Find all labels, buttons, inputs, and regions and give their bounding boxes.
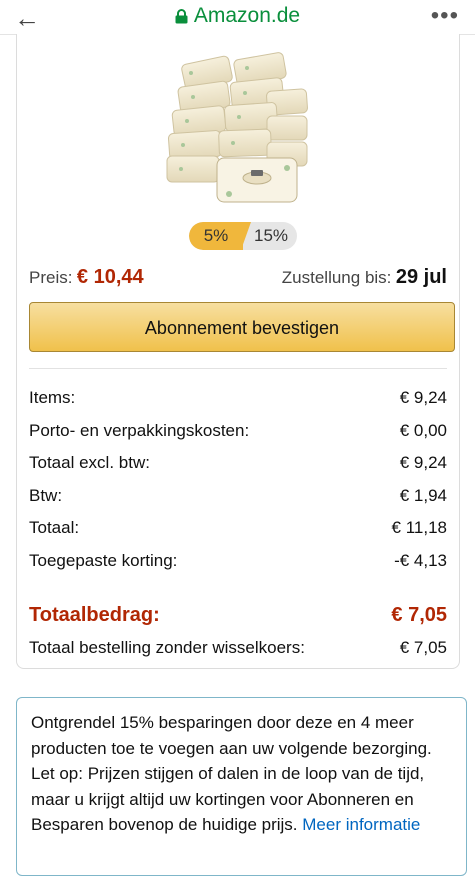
order-summary: Items: € 9,24 Porto- en verpakkingskoste… (29, 384, 447, 579)
delivery-label: Zustellung bis: (281, 268, 392, 287)
summary-value: € 1,94 (399, 485, 447, 505)
summary-row: Toegepaste korting: -€ 4,13 (29, 547, 447, 580)
price-row: Preis: € 10,44 Zustellung bis: 29 jul (29, 266, 447, 292)
grand-total-label: Totaalbedrag: (29, 604, 160, 626)
summary-label: Toegepaste korting: (29, 550, 178, 570)
summary-label: Totaal excl. btw: (29, 453, 150, 472)
confirm-subscription-button[interactable]: Abonnement bevestigen (29, 302, 455, 352)
browser-bar: ← Amazon.de ••• (0, 0, 475, 35)
more-info-link[interactable]: Meer informatie (302, 815, 420, 834)
savings-info-box: Ontgrendel 15% besparingen door deze en … (16, 697, 467, 876)
baby-wipes-packs-image (166, 52, 308, 203)
price-value: € 10,44 (76, 266, 144, 288)
total-without-exchange-row: Totaal bestelling zonder wisselkoers: € … (29, 638, 447, 664)
url-text: Amazon.de (193, 4, 301, 27)
summary-row: Totaal excl. btw: € 9,24 (29, 449, 447, 482)
divider (29, 368, 447, 369)
summary-value: € 9,24 (399, 388, 447, 407)
delivery-info: Zustellung bis: 29 jul (282, 266, 447, 289)
summary-value: € 11,18 (391, 518, 447, 537)
summary-label: Btw: (29, 485, 63, 505)
summary-row: Porto- en verpakkingskosten: € 0,00 (29, 417, 447, 450)
delivery-date: 29 jul (395, 266, 447, 288)
url-bar[interactable]: Amazon.de (0, 4, 475, 28)
total-without-exchange-label: Totaal bestelling zonder wisselkoers: (29, 638, 305, 657)
grand-total-value: € 7,05 (391, 604, 447, 626)
summary-value: € 0,00 (399, 420, 447, 440)
summary-row: Totaal: € 11,18 (29, 514, 447, 547)
more-dots-icon[interactable]: ••• (431, 2, 459, 30)
tier-current: 5% (189, 222, 243, 250)
price-label: Preis: (29, 268, 73, 287)
discount-tier-selector: 5% 15% (189, 222, 297, 250)
grand-total-row: Totaalbedrag: € 7,05 (29, 604, 447, 632)
total-without-exchange-value: € 7,05 (399, 638, 447, 657)
summary-label: Porto- en verpakkingskosten: (29, 420, 250, 440)
summary-row: Items: € 9,24 (29, 384, 447, 417)
tier-next: 15% (253, 226, 289, 245)
summary-row: Btw: € 1,94 (29, 482, 447, 515)
summary-value: -€ 4,13 (394, 550, 447, 570)
summary-label: Totaal: (29, 518, 80, 537)
lock-icon (175, 8, 188, 23)
summary-label: Items: (29, 388, 76, 407)
summary-value: € 9,24 (399, 453, 447, 472)
subscription-card: 5% 15% Preis: € 10,44 Zustellung bis: 29… (16, 34, 460, 669)
